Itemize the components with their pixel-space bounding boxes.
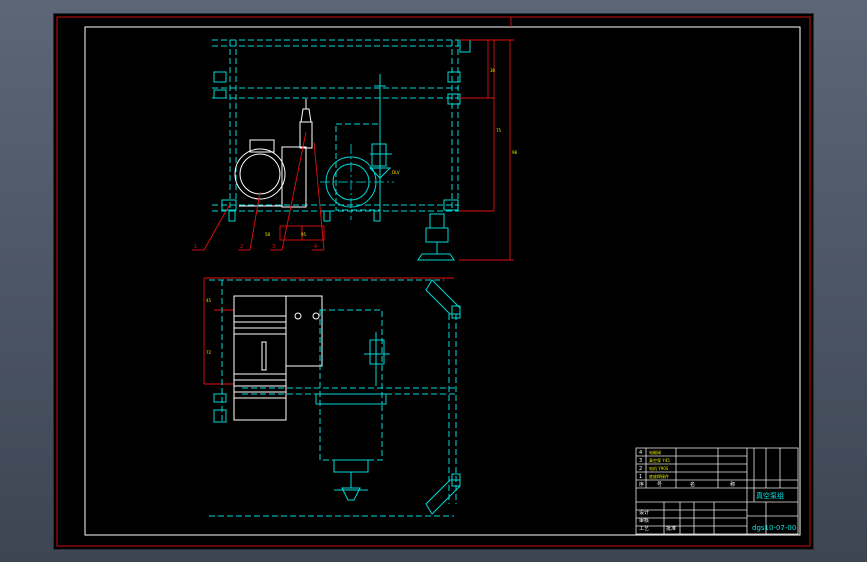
dim-lower-2: 95	[301, 232, 307, 237]
motor-plan	[233, 295, 287, 421]
leader-3: 3	[272, 244, 275, 250]
svg-text:2: 2	[639, 466, 642, 472]
motor-circle	[234, 148, 286, 200]
svg-text:1: 1	[639, 474, 642, 480]
inner-sheet-border	[84, 26, 801, 536]
svg-text:电机 Y90S: 电机 Y90S	[649, 465, 669, 471]
right-dimension-chain: 30 75 98	[459, 39, 518, 261]
dim-left-2: 72	[206, 350, 212, 355]
svg-text:底座焊接件: 底座焊接件	[649, 473, 669, 479]
pump-plan	[319, 309, 383, 405]
dim-lower-1: 58	[265, 232, 271, 237]
drawing-number: dgs10-07-00	[752, 524, 796, 532]
leader-4: 4	[314, 244, 317, 250]
svg-text:称: 称	[730, 481, 735, 488]
cad-drawing-canvas: DLV 1 2 3 4 58 95 30 75 98 45 72 4 电磁阀 3…	[56, 16, 811, 547]
svg-text:工艺: 工艺	[639, 526, 649, 532]
svg-text:电磁阀: 电磁阀	[649, 449, 661, 455]
drawing-viewport[interactable]: DLV 1 2 3 4 58 95 30 75 98 45 72 4 电磁阀 3…	[54, 14, 813, 549]
title-block: 4 电磁阀 3 真空泵 Y45 2 电机 Y90S 1 底座焊接件 序 号 名 …	[635, 447, 799, 535]
svg-text:名: 名	[690, 481, 695, 488]
svg-text:批准: 批准	[666, 525, 676, 532]
leader-1: 1	[194, 244, 197, 250]
front-elevation-view: DLV 1 2 3 4 58 95 30 75 98	[192, 39, 518, 261]
dim-left-1: 45	[206, 298, 212, 303]
leader-2: 2	[240, 244, 243, 250]
plan-view: 45 72	[203, 277, 461, 517]
drawing-title: 真空泵组	[756, 491, 784, 500]
dim-right-3: 98	[512, 150, 518, 155]
dim-right-2: 75	[496, 128, 502, 133]
svg-text:真空泵 Y45: 真空泵 Y45	[649, 457, 670, 463]
svg-text:3: 3	[639, 458, 642, 464]
svg-text:序: 序	[639, 481, 644, 488]
svg-text:设计: 设计	[639, 509, 649, 516]
svg-text:审核: 审核	[639, 517, 649, 524]
svg-text:DLV: DLV	[392, 170, 400, 175]
svg-text:号: 号	[657, 482, 662, 488]
svg-text:4: 4	[639, 450, 642, 456]
dim-right-1: 30	[490, 68, 496, 73]
